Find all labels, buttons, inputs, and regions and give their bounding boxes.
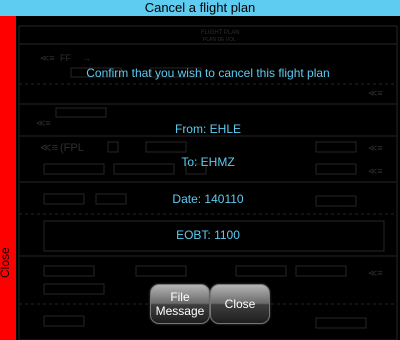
file-message-button[interactable]: File Message	[150, 284, 210, 324]
row-end-icon-3: ≪≡	[368, 143, 383, 153]
file-message-label: File Message	[155, 290, 205, 318]
priority-arrow-icon: →	[82, 53, 91, 63]
to-field: To: EHMZ	[181, 155, 235, 169]
row-end-icon-1: ≪≡	[368, 88, 383, 98]
close-button[interactable]: Close	[210, 284, 270, 324]
from-field: From: EHLE	[174, 122, 241, 136]
close-button-label: Close	[224, 297, 256, 311]
row-start-icon-3: ≪≡	[40, 142, 58, 154]
priority-chevron-icon: ≪≡	[40, 53, 55, 63]
window-title: Cancel a flight plan	[0, 0, 400, 16]
form-message-type: (FPL	[60, 142, 84, 154]
close-sidebar[interactable]: Close	[0, 16, 16, 340]
sidebar-close-label: Close	[0, 247, 12, 278]
confirm-message: Confirm that you wish to cancel this fli…	[86, 66, 330, 80]
eobt-field: EOBT: 1100	[176, 228, 240, 242]
form-priority: FF	[60, 53, 71, 63]
form-subheader: PLAN DE VOL	[203, 37, 236, 43]
date-field: Date: 140110	[172, 192, 244, 206]
form-header: FLIGHT PLAN	[201, 30, 240, 36]
row-end-icon-5: ≪≡	[368, 268, 383, 278]
